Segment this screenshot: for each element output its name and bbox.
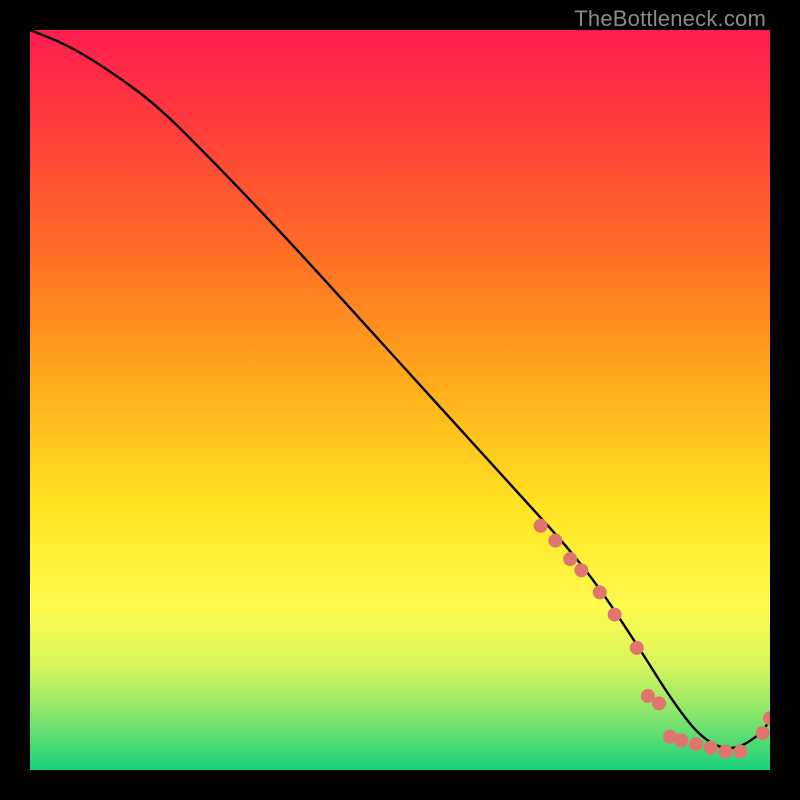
highlight-dot bbox=[630, 641, 644, 655]
gradient-background bbox=[30, 30, 770, 770]
highlight-dot bbox=[704, 741, 718, 755]
highlight-dot bbox=[719, 745, 733, 759]
plot-svg bbox=[30, 30, 770, 770]
plot-area bbox=[30, 30, 770, 770]
highlight-dot bbox=[548, 534, 562, 548]
highlight-dot bbox=[733, 745, 747, 759]
highlight-dot bbox=[563, 552, 577, 566]
highlight-dot bbox=[593, 585, 607, 599]
highlight-dot bbox=[652, 696, 666, 710]
highlight-dot bbox=[756, 726, 770, 740]
highlight-dot bbox=[534, 519, 548, 533]
highlight-dot bbox=[608, 608, 622, 622]
highlight-dot bbox=[689, 737, 703, 751]
highlight-dot bbox=[674, 733, 688, 747]
watermark-label: TheBottleneck.com bbox=[574, 6, 766, 32]
highlight-dot bbox=[574, 563, 588, 577]
